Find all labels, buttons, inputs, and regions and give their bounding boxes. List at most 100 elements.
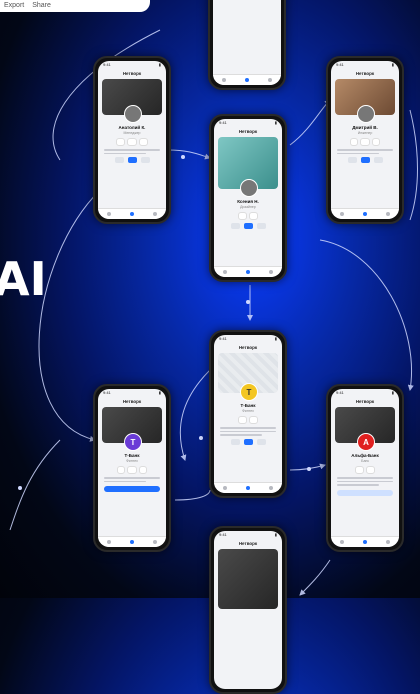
action-button[interactable]: [373, 157, 383, 164]
action-button[interactable]: [230, 223, 240, 229]
tag-chip[interactable]: [249, 416, 259, 424]
text-line: [220, 434, 262, 436]
profile-cover: [335, 79, 395, 123]
text-line: [104, 477, 160, 479]
action-button[interactable]: [127, 157, 137, 164]
action-button[interactable]: [256, 223, 266, 229]
battery-icon: ▮: [391, 390, 394, 395]
tag-chip[interactable]: [139, 138, 148, 146]
tab-icon[interactable]: [152, 212, 157, 216]
app-title: Нетворк: [238, 345, 258, 350]
text-line: [104, 149, 160, 151]
phone-screen: 9:41 ▮ Нетворк: [214, 531, 282, 689]
action-button[interactable]: [140, 157, 150, 164]
avatar: [240, 179, 258, 197]
status-time: 9:41: [103, 390, 111, 395]
tab-icon[interactable]: [268, 270, 273, 274]
action-row: [214, 223, 282, 229]
tag-chips: [335, 138, 395, 146]
phone-screen: [213, 0, 281, 85]
action-button[interactable]: [360, 157, 370, 164]
profile-cover: [218, 137, 278, 197]
action-button[interactable]: [347, 157, 357, 164]
tag-chip[interactable]: [126, 138, 138, 146]
text-line: [220, 430, 276, 433]
tag-chip[interactable]: [138, 466, 148, 474]
phone-mockup: 9:41 ▮ Нетворк T Т-Банк Финтех: [209, 330, 287, 498]
app-title: Нетворк: [238, 541, 258, 546]
tag-chips: [102, 138, 162, 146]
action-button[interactable]: [256, 438, 266, 445]
secondary-action-button[interactable]: [337, 489, 393, 496]
action-button[interactable]: [243, 223, 253, 229]
tab-bar: [98, 208, 166, 219]
profile-role: Менеджер: [123, 131, 141, 135]
tag-chip[interactable]: [349, 138, 359, 146]
battery-icon: ▮: [274, 532, 277, 537]
tab-icon[interactable]: [267, 78, 272, 82]
tag-chip[interactable]: [366, 466, 376, 474]
app-title: Нетворк: [355, 71, 375, 76]
app-title: Нетворк: [122, 399, 142, 404]
tag-chips: [335, 466, 395, 474]
tab-icon[interactable]: [245, 270, 250, 274]
tab-icon[interactable]: [222, 78, 227, 82]
tag-chip[interactable]: [116, 138, 125, 146]
primary-action-button[interactable]: [104, 486, 160, 493]
status-bar: 9:41 ▮: [331, 61, 399, 70]
tag-chips: [102, 466, 162, 474]
tab-icon[interactable]: [268, 486, 273, 490]
tab-icon[interactable]: [129, 540, 134, 544]
tab-icon[interactable]: [340, 212, 345, 216]
company-name: Альфа-Банк: [351, 453, 379, 458]
company-logo: A: [357, 433, 375, 451]
tab-bar: [331, 208, 399, 219]
action-row: [331, 157, 399, 164]
tag-chip[interactable]: [249, 212, 259, 220]
action-row: [214, 438, 282, 445]
status-time: 9:41: [219, 120, 227, 125]
tab-icon[interactable]: [385, 212, 390, 216]
tag-chip[interactable]: [237, 416, 248, 424]
phone-mockup: 9:41 ▮ Нетворк Ксения Н. Дизайнер: [209, 114, 287, 282]
profile-role: Дизайнер: [240, 205, 256, 209]
phone-mockup: 9:41 ▮ Нетворк Дмитрий В. Инженер: [326, 56, 404, 224]
tab-icon[interactable]: [340, 540, 345, 544]
tab-icon[interactable]: [244, 78, 249, 82]
tab-bar: [331, 536, 399, 547]
tab-icon[interactable]: [385, 540, 390, 544]
tag-chip[interactable]: [371, 138, 381, 146]
status-time: 9:41: [103, 62, 111, 67]
tag-chip[interactable]: [127, 466, 137, 474]
text-line: [220, 427, 276, 429]
phone-screen: 9:41 ▮ Нетворк T Т-Банк Финтех: [214, 335, 282, 493]
company-cover: T: [218, 353, 278, 401]
tab-icon[interactable]: [107, 212, 112, 216]
tab-icon[interactable]: [245, 486, 250, 490]
tab-icon[interactable]: [362, 540, 367, 544]
action-button[interactable]: [243, 438, 253, 445]
avatar: [124, 105, 142, 123]
status-time: 9:41: [336, 390, 344, 395]
tag-chip[interactable]: [237, 212, 248, 220]
phone-mockup: 9:41 ▮ Нетворк: [209, 526, 287, 694]
tab-bar: [98, 536, 166, 547]
tab-bar: [214, 482, 282, 493]
tab-icon[interactable]: [362, 212, 367, 216]
battery-icon: ▮: [391, 62, 394, 67]
phone-mockup: 9:41 ▮ Нетворк Анатолий К. Менеджер: [93, 56, 171, 224]
company-name: Т-Банк: [240, 403, 256, 408]
tab-icon[interactable]: [152, 540, 157, 544]
company-logo: T: [240, 383, 258, 401]
avatar: [357, 105, 375, 123]
tag-chip[interactable]: [354, 466, 365, 474]
tab-icon[interactable]: [129, 212, 134, 216]
profile-name: Дмитрий В.: [352, 125, 378, 130]
tab-icon[interactable]: [223, 270, 228, 274]
tab-icon[interactable]: [223, 486, 228, 490]
action-button[interactable]: [230, 438, 240, 445]
tab-icon[interactable]: [107, 540, 112, 544]
action-button[interactable]: [114, 157, 124, 164]
tag-chip[interactable]: [116, 466, 126, 474]
tag-chip[interactable]: [360, 138, 370, 146]
